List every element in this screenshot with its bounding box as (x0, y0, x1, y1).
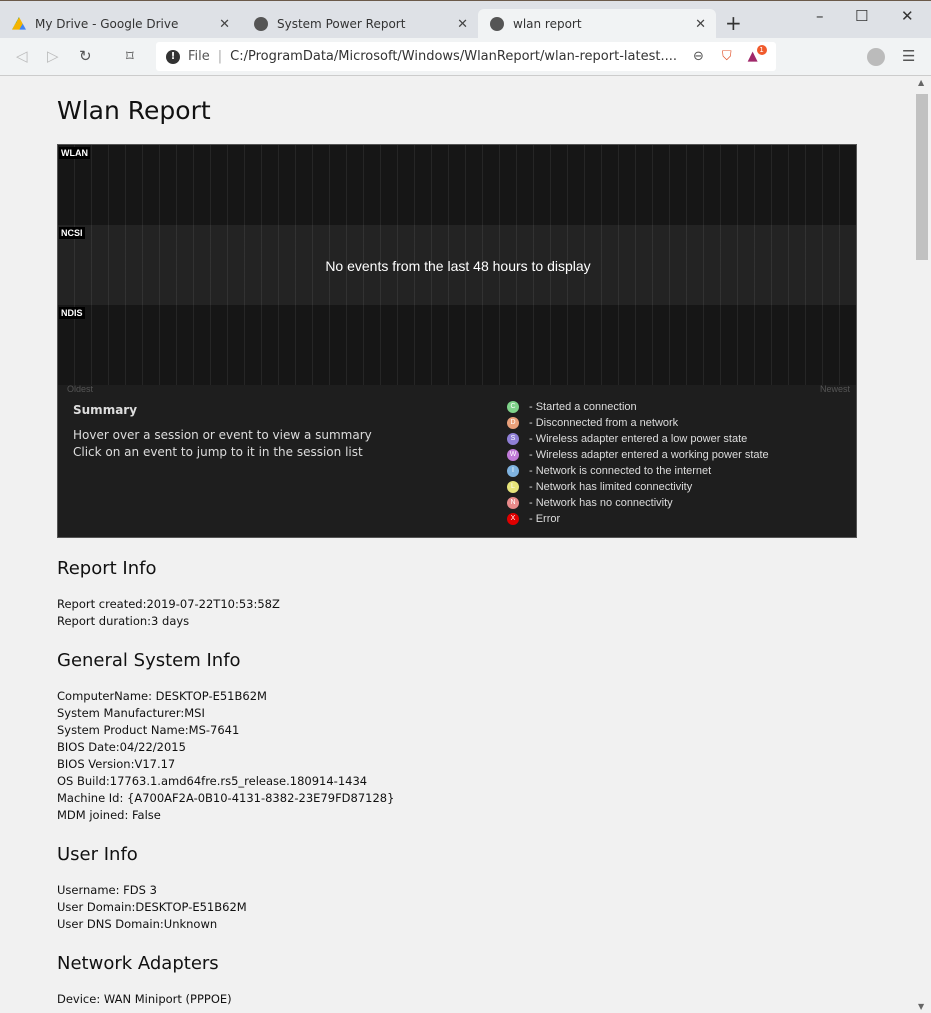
zoom-icon[interactable]: ⊖ (693, 49, 704, 64)
section-info: Username: FDS 3 User Domain:DESKTOP-E51B6… (57, 882, 247, 933)
info-icon[interactable]: ! (166, 49, 180, 64)
legend: C - Started a connection D - Disconnected f… (507, 399, 769, 527)
legend-item: N - Network has no connectivity (507, 495, 769, 511)
close-window-button[interactable]: ✕ (901, 7, 914, 25)
toolbar: ◁ ▷ ↻ ⌑ ! File | C:/ProgramData/Microsof… (0, 38, 931, 76)
tab-wlan-report[interactable]: wlan report ✕ (478, 9, 716, 39)
event-dot-icon: C (507, 401, 519, 413)
forward-button[interactable]: ▷ (47, 47, 59, 65)
menu-icon[interactable]: ☰ (902, 47, 915, 65)
legend-text: - Network is connected to the internet (529, 465, 712, 477)
legend-item: L - Network has limited connectivity (507, 479, 769, 495)
summary-line: Hover over a session or event to view a … (73, 428, 372, 442)
section-heading: User Info (57, 844, 138, 865)
new-tab-button[interactable]: + (725, 11, 742, 35)
section-heading: Network Adapters (57, 953, 219, 974)
axis-oldest: Oldest (67, 384, 94, 394)
close-tab-icon[interactable]: ✕ (695, 17, 706, 32)
info-line: User Domain:DESKTOP-E51B62M (57, 900, 247, 914)
legend-text: - Network has limited connectivity (529, 481, 693, 493)
back-button[interactable]: ◁ (16, 47, 28, 65)
scrollbar-thumb[interactable] (916, 94, 928, 260)
info-line: Report duration:3 days (57, 614, 190, 628)
legend-text: - Wireless adapter entered a working pow… (529, 449, 769, 461)
tab-title: My Drive - Google Drive (35, 17, 179, 31)
badge: 1 (756, 45, 767, 55)
brave-shield-icon[interactable]: ⛉ (722, 49, 732, 64)
info-line: Username: FDS 3 (57, 883, 157, 897)
globe-icon (490, 17, 504, 31)
summary-title: Summary (73, 403, 138, 417)
info-line: System Manufacturer:MSI (57, 706, 205, 720)
info-line: User DNS Domain:Unknown (57, 917, 218, 931)
close-tab-icon[interactable]: ✕ (457, 17, 468, 32)
legend-text: - Wireless adapter entered a low power s… (529, 433, 748, 445)
minimize-button[interactable]: – (816, 7, 824, 25)
legend-item: W - Wireless adapter entered a working po… (507, 447, 769, 463)
scroll-down-icon[interactable]: ▼ (918, 1002, 924, 1011)
section-info: ComputerName: DESKTOP-E51B62M System Manu… (57, 688, 394, 824)
event-dot-icon: S (507, 433, 519, 445)
globe-icon (254, 17, 268, 31)
profile-avatar[interactable] (867, 48, 885, 66)
legend-item: I - Network is connected to the internet (507, 463, 769, 479)
event-dot-icon: L (507, 481, 519, 493)
url-text[interactable]: C:/ProgramData/Microsoft/Windows/WlanRep… (230, 49, 677, 64)
summary-line: Click on an event to jump to it in the s… (73, 445, 363, 459)
event-dot-icon: I (507, 465, 519, 477)
info-line: Device: WAN Miniport (PPPOE) (57, 992, 232, 1006)
event-dot-icon: X (507, 513, 519, 525)
bookmark-icon[interactable]: ⌑ (126, 47, 134, 65)
event-timeline[interactable]: WLAN NCSI NDIS No events from the last 4… (57, 144, 857, 538)
google-drive-icon (12, 17, 26, 30)
section-info: Report created:2019-07-22T10:53:58Z Repor… (57, 596, 280, 630)
scrollbar[interactable]: ▲ ▼ (913, 76, 931, 1013)
section-info: Device: WAN Miniport (PPPOE) (57, 991, 232, 1008)
close-tab-icon[interactable]: ✕ (219, 17, 230, 32)
event-dot-icon: D (507, 417, 519, 429)
page-title: Wlan Report (57, 96, 211, 125)
tab-title: System Power Report (277, 17, 406, 31)
event-dot-icon: N (507, 497, 519, 509)
address-bar[interactable]: ! File | C:/ProgramData/Microsoft/Window… (156, 42, 776, 71)
brave-rewards-icon[interactable]: ▲ 1 (748, 45, 767, 64)
legend-text: - Disconnected from a network (529, 417, 679, 429)
legend-item: D - Disconnected from a network (507, 415, 769, 431)
page-content: Wlan Report WLAN NCSI NDIS No events fro… (0, 76, 913, 1013)
legend-item: C - Started a connection (507, 399, 769, 415)
no-events-message: No events from the last 48 hours to disp… (325, 258, 591, 274)
info-line: Report created:2019-07-22T10:53:58Z (57, 597, 280, 611)
info-line: Machine Id: {A700AF2A-0B10-4131-8382-23E… (57, 791, 395, 805)
summary-panel: Summary Hover over a session or event to… (73, 403, 372, 461)
divider: | (217, 49, 223, 64)
legend-item: S - Wireless adapter entered a low power … (507, 431, 769, 447)
section-heading: General System Info (57, 650, 241, 671)
row-label: NCSI (59, 227, 85, 239)
legend-text: - Started a connection (529, 401, 637, 413)
scroll-up-icon[interactable]: ▲ (918, 78, 924, 87)
row-label: NDIS (59, 307, 85, 319)
info-line: MDM joined: False (57, 808, 161, 822)
axis-newest: Newest (819, 384, 850, 394)
legend-text: - Network has no connectivity (529, 497, 673, 509)
legend-item: X - Error (507, 511, 769, 527)
section-heading: Report Info (57, 558, 157, 579)
event-dot-icon: W (507, 449, 519, 461)
tab-google-drive[interactable]: My Drive - Google Drive ✕ (0, 9, 240, 39)
tab-strip: My Drive - Google Drive ✕ System Power R… (0, 0, 931, 39)
legend-text: - Error (529, 513, 561, 525)
info-line: BIOS Date:04/22/2015 (57, 740, 186, 754)
tab-title: wlan report (513, 17, 582, 31)
scheme-label: File (188, 49, 210, 64)
info-line: System Product Name:MS-7641 (57, 723, 240, 737)
maximize-button[interactable]: ☐ (855, 7, 868, 25)
row-label: WLAN (59, 147, 90, 159)
info-line: ComputerName: DESKTOP-E51B62M (57, 689, 267, 703)
reload-button[interactable]: ↻ (79, 47, 92, 65)
info-line: BIOS Version:V17.17 (57, 757, 176, 771)
tab-system-power-report[interactable]: System Power Report ✕ (242, 9, 478, 39)
info-line: OS Build:17763.1.amd64fre.rs5_release.18… (57, 774, 368, 788)
